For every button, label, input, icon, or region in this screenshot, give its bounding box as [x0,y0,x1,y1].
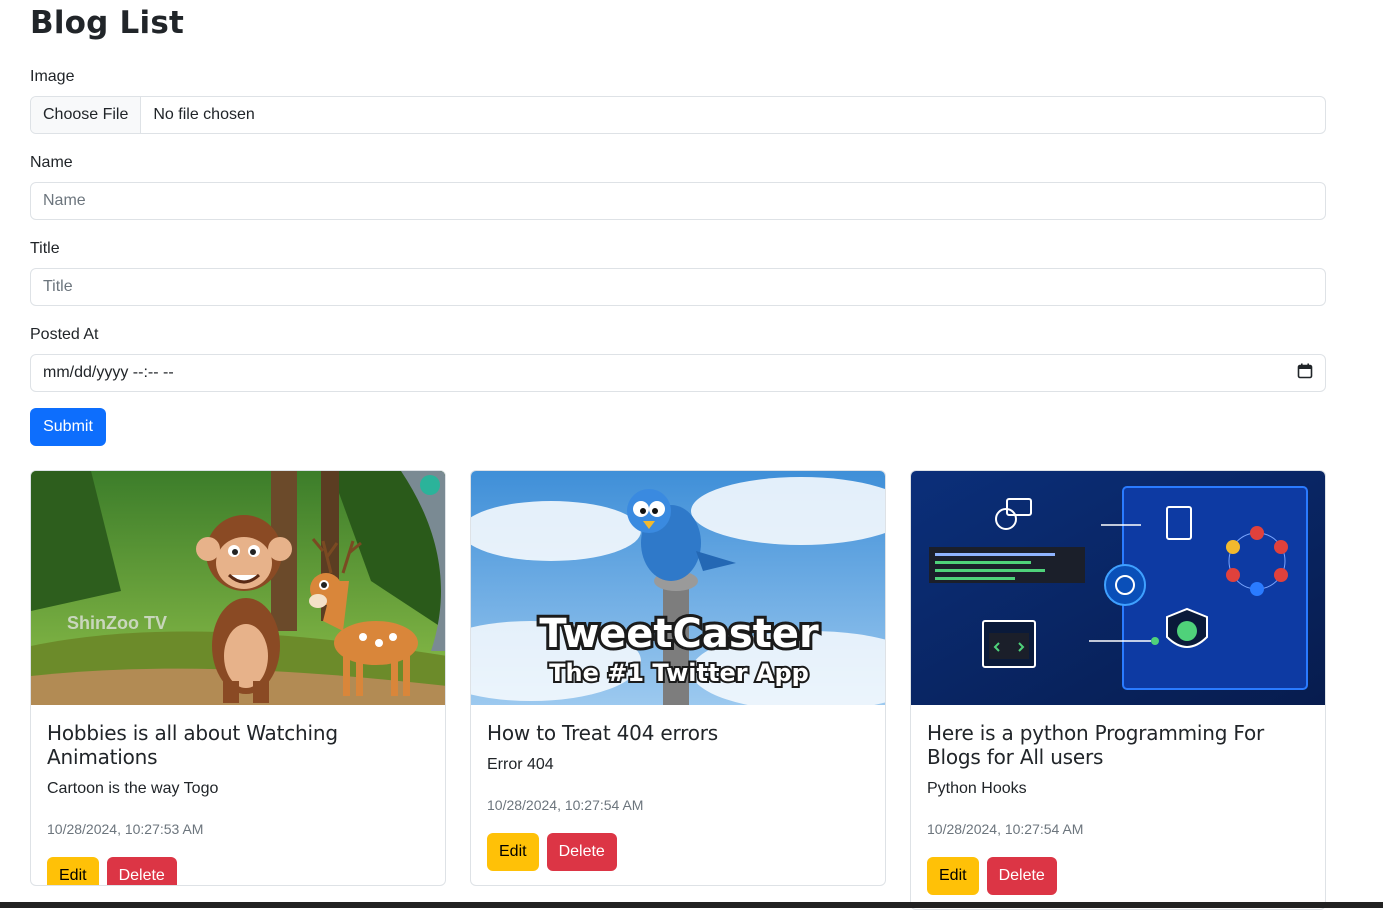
choose-file-button[interactable]: Choose File [31,97,142,133]
blog-card-image: TweetCaster The #1 Twitter App [471,471,885,705]
delete-button[interactable]: Delete [106,857,177,885]
blog-card-subtitle: Error 404 [487,756,554,773]
blog-card-date: 10/28/2024, 10:27:53 AM [47,821,204,837]
blog-card-date: 10/28/2024, 10:27:54 AM [927,821,1084,837]
bottom-taskbar-edge [0,902,1383,908]
posted-at-input[interactable]: mm/dd/yyyy --:-- -- [30,354,1326,392]
blog-card-title: Here is a python Programming For Blogs f… [927,721,1265,769]
title-label: Title [30,240,60,257]
blog-card-subtitle: Cartoon is the way Togo [47,780,219,797]
edit-button[interactable]: Edit [47,857,99,885]
delete-button[interactable]: Delete [546,833,617,871]
blog-card: Here is a python Programming For Blogs f… [910,470,1326,910]
name-label: Name [30,154,73,171]
calendar-icon[interactable] [1297,363,1313,384]
edit-button[interactable]: Edit [927,857,979,895]
blog-card-title: How to Treat 404 errors [487,721,719,745]
blog-card-subtitle: Python Hooks [927,780,1027,797]
page-title: Blog List [30,5,184,41]
blog-card-date: 10/28/2024, 10:27:54 AM [487,797,644,813]
image-title-text: TweetCaster [539,611,819,657]
title-input[interactable] [30,268,1326,306]
submit-button[interactable]: Submit [30,408,106,446]
edit-button[interactable]: Edit [487,833,539,871]
name-input[interactable] [30,182,1326,220]
image-watermark: ShinZoo TV [67,613,167,633]
image-file-input[interactable]: Choose File No file chosen [30,96,1326,134]
image-subtitle-text: The #1 Twitter App [549,659,809,687]
image-label: Image [30,68,75,85]
blog-card-image: ShinZoo TV [31,471,445,705]
posted-at-label: Posted At [30,326,99,343]
blog-card-image [911,471,1325,705]
blog-card: TweetCaster The #1 Twitter App How to Tr… [470,470,886,886]
file-status-text: No file chosen [153,106,255,123]
blog-card-title: Hobbies is all about Watching Animations [47,721,338,769]
blog-card: ShinZoo TV Hobbies is all about Watching… [30,470,446,886]
delete-button[interactable]: Delete [986,857,1057,895]
posted-at-value: mm/dd/yyyy --:-- -- [43,364,174,381]
